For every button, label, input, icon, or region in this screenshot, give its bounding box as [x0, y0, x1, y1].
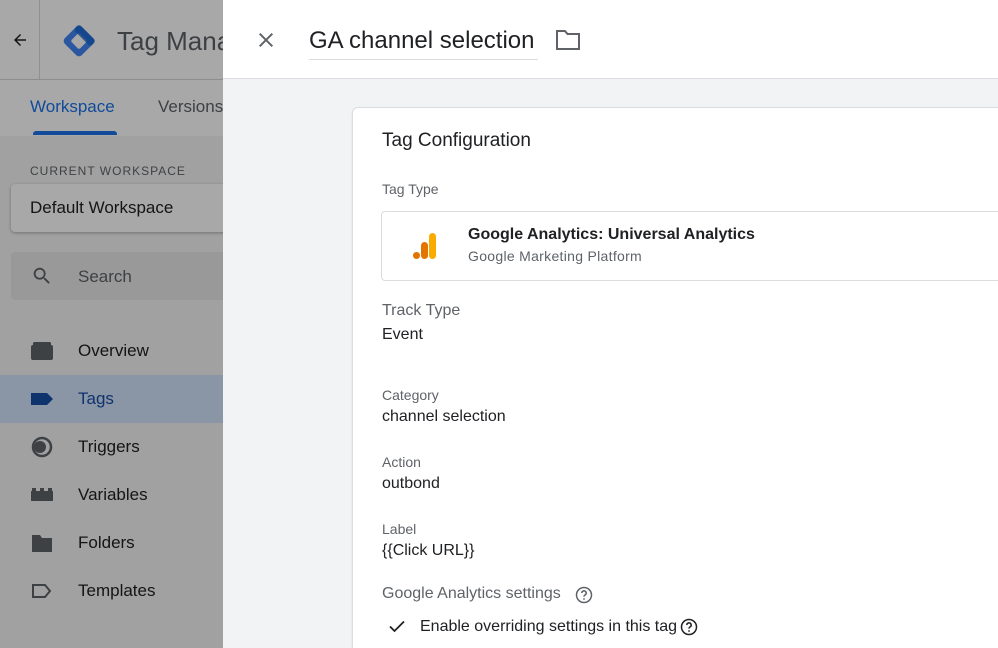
override-settings-label[interactable]: Enable overriding settings in this tag [420, 618, 677, 636]
track-type-label: Track Type [382, 302, 461, 319]
tag-name-field[interactable]: GA channel selection [309, 24, 539, 60]
help-icon[interactable] [575, 586, 593, 604]
category-label: Category [382, 387, 439, 403]
tag-editor-sheet: GA channel selection Tag Configuration T… [223, 0, 998, 648]
action-label: Action [382, 454, 421, 470]
tag-type-label: Tag Type [382, 181, 439, 197]
help-icon[interactable] [680, 618, 698, 636]
google-analytics-icon [413, 233, 436, 259]
tag-name: GA channel selection [309, 27, 535, 54]
category-value: channel selection [382, 408, 506, 425]
action-value: outbond [382, 475, 440, 492]
tag-type-provider: Google Marketing Platform [468, 248, 643, 264]
tag-type-selector[interactable]: Google Analytics: Universal Analytics Go… [381, 211, 998, 281]
tag-configuration-card[interactable]: Tag Configuration Tag Type Google Analyt… [352, 107, 998, 648]
close-icon[interactable] [254, 28, 278, 52]
check-icon[interactable] [388, 617, 406, 635]
label-label: Label [382, 521, 417, 537]
sheet-header: GA channel selection [223, 0, 998, 79]
card-title: Tag Configuration [382, 130, 531, 151]
track-type-value: Event [382, 326, 423, 343]
ga-settings-label: Google Analytics settings [382, 585, 561, 602]
tag-type-name: Google Analytics: Universal Analytics [468, 226, 755, 243]
folder-icon[interactable] [555, 29, 581, 51]
label-value: {{Click URL}} [382, 542, 475, 559]
